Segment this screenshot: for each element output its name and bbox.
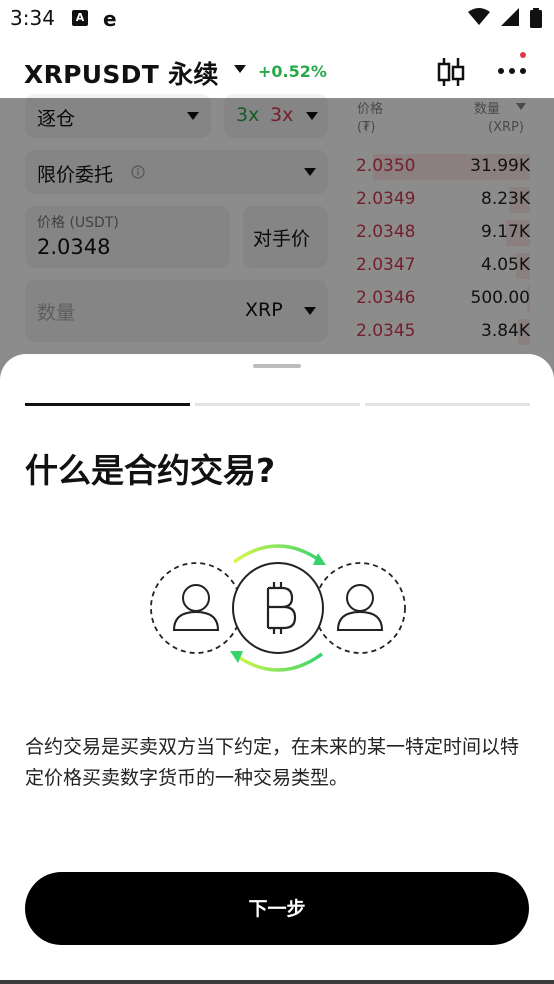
pair-title[interactable]: XRPUSDT 永续 — [24, 55, 219, 91]
notification-dot — [520, 52, 526, 58]
app-notification-icon: A — [72, 10, 88, 26]
market-header: XRPUSDT 永续 +0.52% — [0, 50, 554, 94]
chevron-down-icon[interactable] — [233, 64, 247, 74]
wifi-icon — [467, 8, 490, 25]
sheet-drag-handle[interactable] — [253, 364, 301, 368]
user-icon — [172, 584, 220, 631]
status-bar: 3:34 A e — [0, 0, 554, 36]
sheet-title: 什么是合约交易? — [25, 451, 276, 490]
intro-bottom-sheet: 什么是合约交易? 合约交易是买卖双方当下约定，在未来的某一特定时间以特定价格买卖… — [0, 354, 554, 984]
seller-circle — [314, 562, 406, 654]
next-step-button[interactable]: 下一步 — [25, 872, 529, 945]
user-icon — [336, 584, 384, 631]
step-segment — [195, 403, 360, 406]
contract-trade-illustration — [150, 544, 406, 672]
sheet-description: 合约交易是买卖双方当下约定，在未来的某一特定时间以特定价格买卖数字货币的一种交易… — [25, 736, 520, 789]
system-navigation-bar — [0, 980, 554, 984]
signal-icon — [500, 8, 519, 26]
more-options-icon[interactable] — [496, 55, 528, 87]
candlestick-chart-icon[interactable] — [436, 55, 466, 89]
browser-notification-icon: e — [103, 7, 117, 31]
step-segment — [365, 403, 530, 406]
price-change: +0.52% — [258, 62, 327, 81]
buyer-circle — [150, 562, 242, 654]
status-time: 3:34 — [10, 6, 55, 30]
battery-icon — [530, 8, 542, 28]
system-icons — [462, 8, 542, 28]
step-segment — [25, 403, 190, 406]
